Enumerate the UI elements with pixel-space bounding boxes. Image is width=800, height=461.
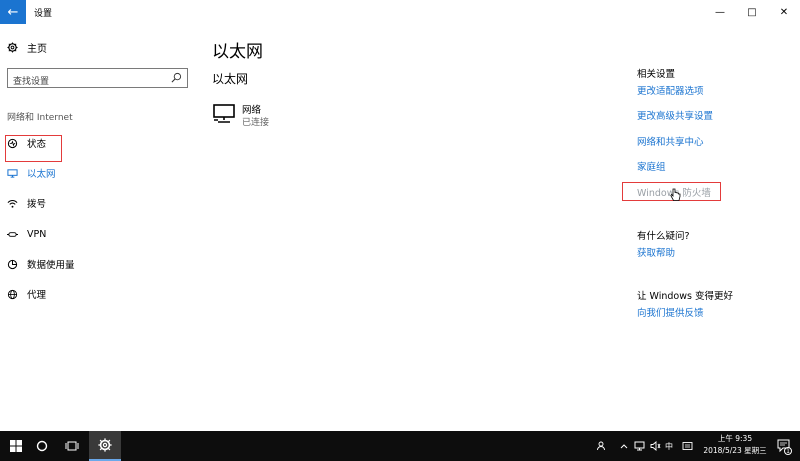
- highlight-box-ethernet: [5, 135, 62, 162]
- network-tray-icon[interactable]: [632, 431, 646, 461]
- search-input[interactable]: [8, 73, 158, 91]
- page-title: 以太网: [212, 42, 263, 62]
- sidebar-item-label: VPN: [27, 228, 47, 240]
- network-connection-item[interactable]: 网络 已连接: [212, 104, 269, 130]
- link-change-adapter-options[interactable]: 更改适配器选项: [637, 83, 704, 97]
- people-icon[interactable]: [594, 431, 610, 461]
- volume-icon[interactable]: [648, 431, 662, 461]
- minimize-button[interactable]: —: [704, 0, 736, 24]
- sidebar-item-dialup[interactable]: 拨号: [7, 195, 46, 211]
- taskbar-clock[interactable]: 上午 9:35 2018/5/23 星期三: [700, 433, 770, 457]
- windows-logo-icon: [10, 440, 22, 452]
- search-icon[interactable]: [171, 72, 182, 83]
- hand-cursor-icon: [670, 188, 681, 201]
- data-usage-icon: [7, 259, 18, 270]
- ethernet-icon: [7, 168, 18, 179]
- sidebar-item-ethernet[interactable]: 以太网: [7, 165, 56, 181]
- action-center-button[interactable]: 1: [774, 431, 794, 461]
- network-name: 网络: [242, 105, 262, 116]
- proxy-icon: [7, 289, 18, 300]
- task-view-button[interactable]: [56, 431, 88, 461]
- sidebar-item-proxy[interactable]: 代理: [7, 286, 46, 302]
- notification-count-badge: 1: [784, 447, 792, 455]
- link-network-sharing-center[interactable]: 网络和共享中心: [637, 134, 704, 148]
- gear-icon: [98, 438, 112, 452]
- vpn-icon: [7, 229, 18, 240]
- sidebar: 主页 网络和 Internet 状态 以太网 拨号 VPN: [0, 24, 200, 431]
- close-button[interactable]: ✕: [768, 0, 800, 24]
- related-settings-heading: 相关设置: [637, 69, 676, 80]
- network-status: 已连接: [242, 118, 270, 128]
- title-bar: ← 设置 — □ ✕: [0, 0, 800, 24]
- search-box[interactable]: [7, 68, 188, 91]
- task-view-icon: [65, 441, 79, 451]
- maximize-button[interactable]: □: [736, 0, 768, 24]
- sidebar-item-data-usage[interactable]: 数据使用量: [7, 256, 75, 272]
- input-keyboard-icon[interactable]: [680, 431, 694, 461]
- link-get-help[interactable]: 获取帮助: [637, 245, 675, 259]
- taskbar-settings-app[interactable]: [89, 431, 121, 461]
- sidebar-item-label: 拨号: [27, 199, 47, 210]
- window-title: 设置: [34, 9, 53, 19]
- link-give-feedback[interactable]: 向我们提供反馈: [637, 305, 704, 319]
- back-button[interactable]: ←: [0, 0, 26, 24]
- question-heading: 有什么疑问?: [637, 231, 690, 242]
- link-homegroup[interactable]: 家庭组: [637, 159, 666, 173]
- clock-date: 2018/5/23 星期三: [703, 446, 767, 455]
- taskbar: 中 上午 9:35 2018/5/23 星期三 1: [0, 431, 800, 461]
- cortana-circle-icon: [36, 440, 48, 452]
- sidebar-item-vpn[interactable]: VPN: [7, 226, 46, 242]
- sidebar-item-home[interactable]: 主页: [7, 40, 47, 55]
- cortana-button[interactable]: [26, 431, 58, 461]
- ime-indicator[interactable]: 中: [663, 431, 675, 461]
- gear-icon: [7, 42, 18, 53]
- window-controls: — □ ✕: [704, 0, 800, 24]
- feedback-heading: 让 Windows 变得更好: [637, 291, 733, 302]
- clock-time: 上午 9:35: [717, 434, 753, 443]
- sidebar-item-label: 主页: [27, 44, 47, 55]
- network-monitor-icon: [213, 104, 235, 123]
- sidebar-item-label: 数据使用量: [27, 260, 75, 271]
- section-title: 以太网: [212, 72, 249, 86]
- sidebar-item-label: 以太网: [27, 169, 56, 180]
- sidebar-item-label: 代理: [27, 290, 47, 301]
- chevron-up-icon[interactable]: [618, 431, 630, 461]
- link-advanced-sharing-settings[interactable]: 更改高级共享设置: [637, 108, 713, 122]
- nav-section-label: 网络和 Internet: [7, 113, 73, 123]
- dialup-icon: [7, 198, 18, 209]
